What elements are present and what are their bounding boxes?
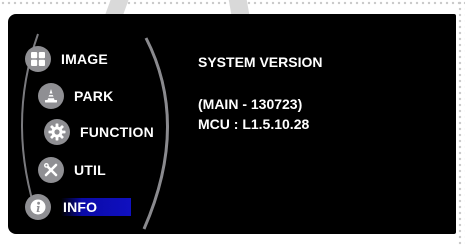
menu-item-label: UTIL	[74, 162, 106, 178]
background-shape	[105, 0, 129, 14]
page: IMAGE PARK FUNCTION UTIL INFO SYSTEM VER…	[0, 0, 465, 245]
menu-item-label: INFO	[61, 198, 132, 216]
menu-item-label: PARK	[74, 88, 114, 104]
device-screen: IMAGE PARK FUNCTION UTIL INFO SYSTEM VER…	[8, 14, 456, 234]
info-icon	[25, 194, 51, 220]
menu-item-label: IMAGE	[61, 51, 108, 67]
tools-icon	[38, 157, 64, 183]
dotted-border-right	[457, 0, 465, 245]
traffic-cone-icon	[38, 83, 64, 109]
menu-item-label: FUNCTION	[80, 124, 154, 140]
menu-item-util[interactable]: UTIL	[38, 156, 106, 184]
system-info-panel: SYSTEM VERSION (MAIN - 130723) MCU : L1.…	[198, 52, 322, 134]
gear-icon	[44, 119, 70, 145]
menu-item-info[interactable]: INFO	[25, 193, 132, 221]
system-version-title: SYSTEM VERSION	[198, 54, 323, 70]
mcu-version-text: MCU : L1.5.10.28	[198, 116, 310, 132]
grid-icon	[25, 46, 51, 72]
background-shape	[228, 0, 250, 14]
menu-item-function[interactable]: FUNCTION	[44, 118, 154, 146]
main-version-text: (MAIN - 130723)	[198, 96, 303, 112]
menu-item-park[interactable]: PARK	[38, 82, 113, 110]
menu-item-image[interactable]: IMAGE	[25, 45, 108, 73]
